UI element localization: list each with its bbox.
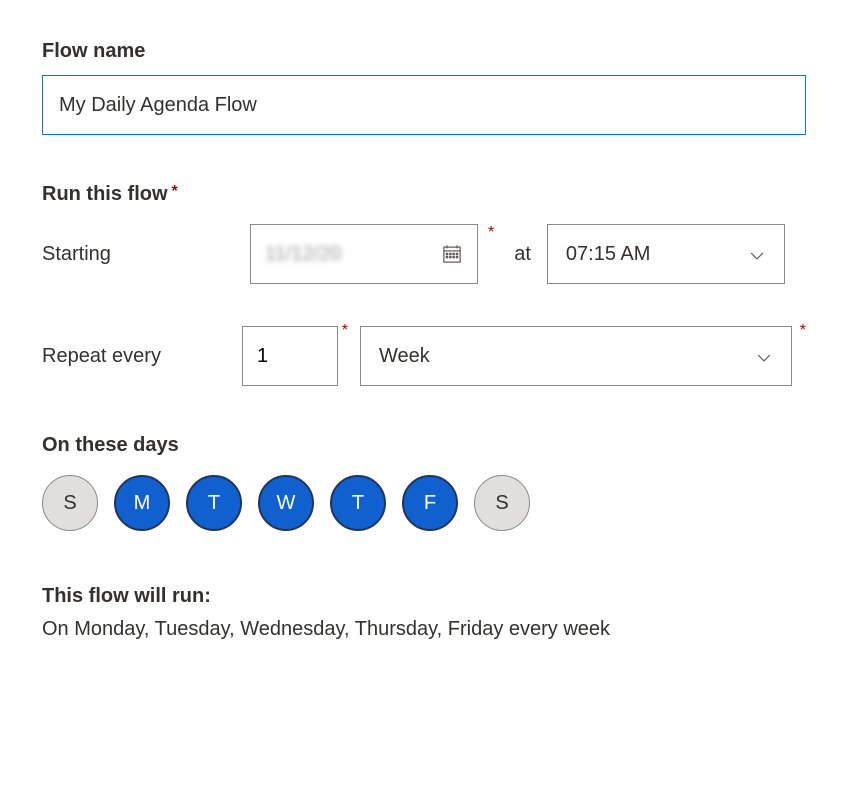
flow-name-label: Flow name — [42, 40, 815, 63]
run-this-flow-text: Run this flow — [42, 183, 168, 205]
interval-wrap: * — [242, 326, 338, 386]
day-toggle-fri[interactable]: F — [402, 475, 458, 531]
repeat-row: Repeat every * Week * — [42, 326, 815, 386]
required-indicator: * — [800, 322, 806, 340]
start-date-value: 11/12/20 — [265, 243, 341, 266]
unit-wrap: Week * — [360, 326, 792, 386]
repeat-unit-dropdown[interactable]: Week — [360, 326, 792, 386]
day-toggle-thu[interactable]: T — [330, 475, 386, 531]
at-label: at — [514, 243, 531, 266]
start-date-picker[interactable]: 11/12/20 — [250, 224, 478, 284]
summary-text: On Monday, Tuesday, Wednesday, Thursday,… — [42, 618, 815, 641]
required-indicator: * — [342, 322, 348, 340]
required-indicator: * — [172, 183, 178, 200]
chevron-down-icon — [757, 348, 773, 364]
calendar-icon — [441, 243, 463, 265]
day-toggle-wed[interactable]: W — [258, 475, 314, 531]
flow-name-section: Flow name — [42, 40, 815, 135]
day-toggle-sun[interactable]: S — [42, 475, 98, 531]
days-row: S M T W T F S — [42, 475, 815, 531]
summary-label: This flow will run: — [42, 585, 815, 608]
start-time-value: 07:15 AM — [566, 243, 651, 266]
day-toggle-sat[interactable]: S — [474, 475, 530, 531]
day-toggle-mon[interactable]: M — [114, 475, 170, 531]
starting-row: Starting 11/12/20 — [42, 224, 815, 284]
repeat-every-label: Repeat every — [42, 345, 242, 368]
start-time-dropdown[interactable]: 07:15 AM — [547, 224, 785, 284]
schedule-section: Run this flow* Starting 11/12/20 — [42, 183, 815, 641]
flow-name-input[interactable] — [42, 75, 806, 135]
chevron-down-icon — [750, 246, 766, 262]
required-indicator: * — [488, 224, 494, 242]
date-picker-wrap: 11/12/20 — [250, 224, 478, 284]
repeat-interval-input[interactable] — [242, 326, 338, 386]
repeat-unit-value: Week — [379, 345, 430, 368]
run-this-flow-label: Run this flow* — [42, 183, 815, 206]
on-these-days-label: On these days — [42, 434, 815, 457]
starting-label: Starting — [42, 243, 240, 266]
day-toggle-tue[interactable]: T — [186, 475, 242, 531]
